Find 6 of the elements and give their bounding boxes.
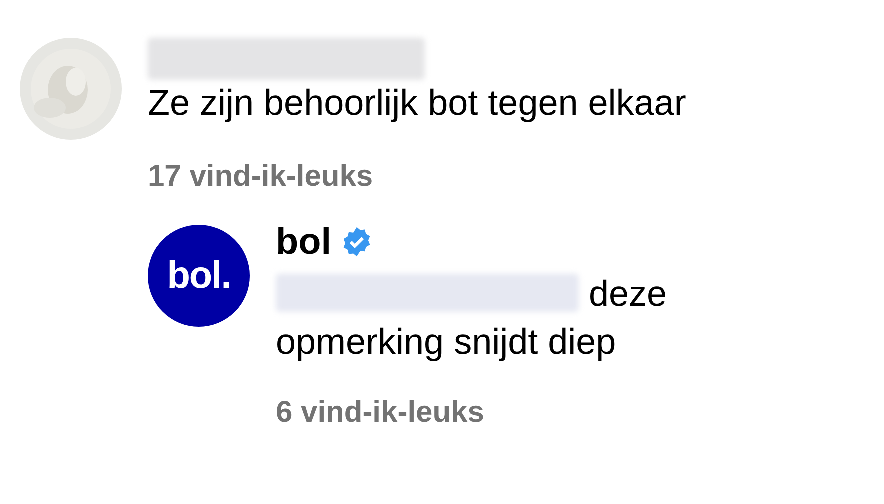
- comment-text: Ze zijn behoorlijk bot tegen elkaar: [148, 82, 686, 124]
- reply-username[interactable]: bol: [276, 220, 332, 264]
- like-count[interactable]: 6 vind-ik-leuks: [276, 396, 716, 430]
- like-count[interactable]: 17 vind-ik-leuks: [148, 160, 686, 194]
- avatar-logo[interactable]: bol.: [148, 225, 250, 327]
- reply-text: deze opmerking snijdt diep: [276, 273, 668, 362]
